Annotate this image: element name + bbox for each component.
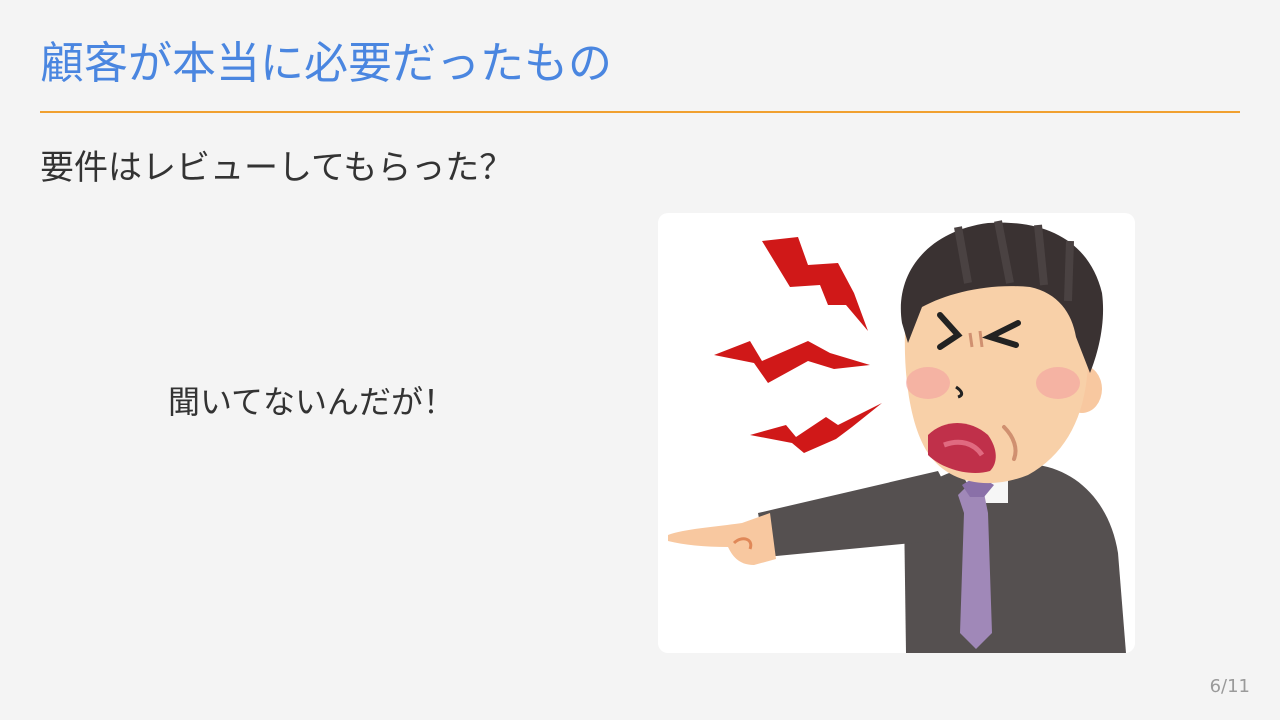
anger-mark-top — [762, 237, 868, 331]
anger-mark-bottom — [750, 403, 882, 453]
anger-mark-middle — [714, 341, 870, 383]
title-divider — [40, 111, 1240, 113]
slide-subtitle: 要件はレビューしてもらった？ — [40, 148, 514, 188]
cheek — [906, 367, 950, 399]
tie — [958, 483, 992, 649]
page-number: 6/11 — [1209, 676, 1250, 697]
speech-text: 聞いてないんだが！ — [168, 383, 456, 421]
slide: 顧客が本当に必要だったもの 要件はレビューしてもらった？ 聞いてないんだが！ 6… — [0, 0, 1280, 720]
angry-businessman-icon — [668, 220, 1126, 653]
slide-title: 顧客が本当に必要だったもの — [40, 38, 612, 89]
angry-businessman-illustration — [658, 213, 1135, 653]
pointing-hand — [668, 513, 776, 565]
